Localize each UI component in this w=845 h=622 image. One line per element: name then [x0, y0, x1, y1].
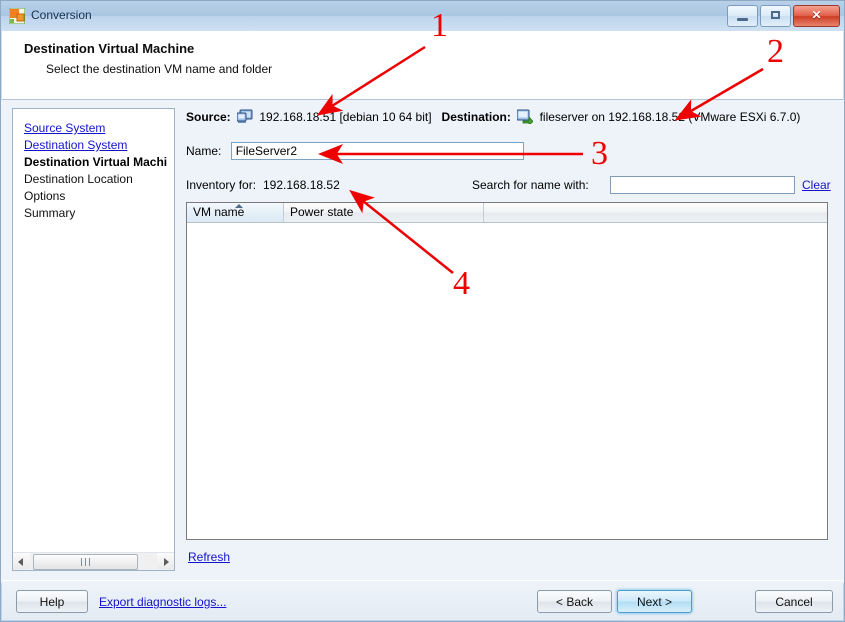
minimize-button[interactable]: [727, 5, 758, 27]
body-area: Source System Destination System Destina…: [1, 100, 844, 583]
inventory-row: Inventory for: 192.168.18.52 Search for …: [186, 176, 835, 194]
sidebar-item-source-system[interactable]: Source System: [24, 120, 174, 137]
annotation-number-1: 1: [431, 7, 448, 44]
page-header: Destination Virtual Machine Select the d…: [2, 31, 843, 100]
export-diagnostic-logs-link[interactable]: Export diagnostic logs...: [99, 595, 226, 609]
vm-name-label: Name:: [186, 144, 222, 158]
source-destination-bar: Source: 192.168.18.51 [debian 10 64 bit]…: [186, 109, 801, 126]
sidebar-item-destination-system[interactable]: Destination System: [24, 137, 174, 154]
column-header-power-state[interactable]: Power state: [284, 203, 484, 222]
inventory-host-value: 192.168.18.52: [263, 178, 340, 192]
inventory-label: Inventory for:: [186, 178, 257, 192]
next-button[interactable]: Next >: [617, 590, 692, 613]
back-button[interactable]: < Back: [537, 590, 612, 613]
scrollbar-thumb[interactable]: [33, 554, 138, 570]
scroll-left-arrow-icon[interactable]: [13, 553, 30, 569]
help-button[interactable]: Help: [16, 590, 88, 613]
conversion-window: Conversion ✕ Destination Virtual Machine…: [0, 0, 845, 622]
column-header-vm-name[interactable]: VM name: [187, 203, 284, 222]
source-value: 192.168.18.51 [debian 10 64 bit]: [259, 110, 432, 124]
column-header-power-state-label: Power state: [290, 205, 354, 219]
sidebar-item-destination-location[interactable]: Destination Location: [24, 171, 174, 188]
page-title: Destination Virtual Machine: [24, 41, 195, 56]
close-icon: ✕: [811, 8, 822, 22]
destination-label: Destination:: [441, 110, 511, 124]
sidebar-item-summary[interactable]: Summary: [24, 205, 174, 222]
window-title: Conversion: [31, 8, 92, 22]
wizard-step-list: Source System Destination System Destina…: [24, 120, 174, 222]
scroll-right-arrow-icon[interactable]: [157, 553, 174, 569]
annotation-number-2: 2: [767, 33, 784, 70]
sidebar-item-options[interactable]: Options: [24, 188, 174, 205]
sidebar-item-destination-virtual-machine[interactable]: Destination Virtual Machi: [24, 154, 174, 171]
conversion-app-icon: [8, 7, 26, 25]
sidebar-horizontal-scrollbar[interactable]: [13, 552, 174, 570]
search-label: Search for name with:: [472, 178, 589, 192]
source-label: Source:: [186, 110, 231, 124]
server-arrow-icon: [516, 109, 534, 126]
computer-icon: [236, 109, 253, 124]
wizard-steps-sidebar: Source System Destination System Destina…: [12, 108, 175, 571]
annotation-number-4: 4: [453, 265, 470, 302]
search-input[interactable]: [610, 176, 795, 194]
minimize-icon: [737, 18, 748, 21]
clear-search-link[interactable]: Clear: [802, 178, 831, 192]
cancel-button[interactable]: Cancel: [755, 590, 833, 613]
title-bar: Conversion ✕: [1, 1, 844, 31]
scrollbar-grip-icon: [81, 558, 90, 566]
destination-value: fileserver on 192.168.18.52 (VMware ESXi…: [539, 110, 801, 124]
refresh-link[interactable]: Refresh: [188, 550, 230, 564]
close-button[interactable]: ✕: [793, 5, 840, 27]
footer-bar: Help Export diagnostic logs... < Back Ne…: [2, 580, 843, 620]
table-header-row: VM name Power state: [187, 203, 827, 223]
maximize-button[interactable]: [760, 5, 791, 27]
sort-ascending-icon: [235, 204, 243, 208]
window-controls: ✕: [727, 5, 840, 27]
page-subtitle: Select the destination VM name and folde…: [46, 62, 273, 76]
annotation-number-3: 3: [591, 135, 608, 172]
destination-vm-panel: Source: 192.168.18.51 [debian 10 64 bit]…: [186, 100, 835, 583]
column-header-filler: [484, 203, 827, 222]
vm-inventory-table[interactable]: VM name Power state: [186, 202, 828, 540]
vm-name-input[interactable]: [230, 142, 524, 160]
vm-name-row: Name:: [186, 142, 524, 160]
maximize-icon: [771, 11, 780, 19]
